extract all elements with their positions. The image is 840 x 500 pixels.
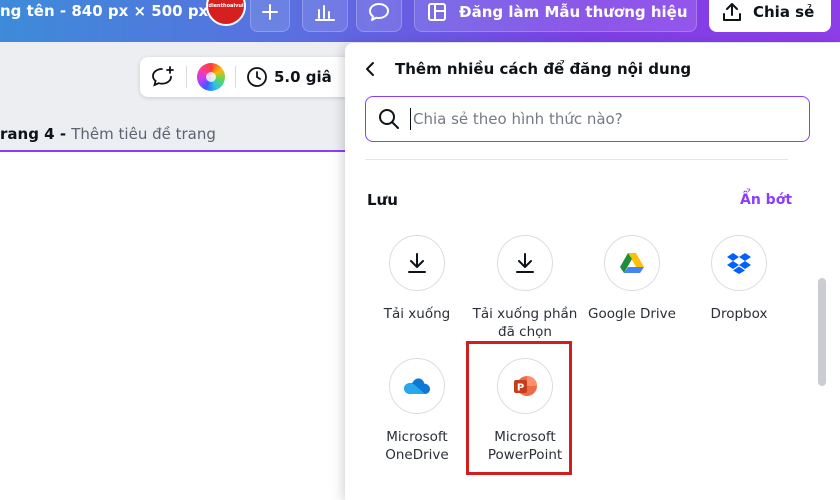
- share-search-input[interactable]: [413, 110, 793, 128]
- option-label: Dropbox: [710, 306, 768, 322]
- hide-less-link[interactable]: Ẩn bớt: [740, 192, 792, 208]
- toolbar-divider: [235, 66, 236, 88]
- option-label: Tải xuống phần đã chọn: [472, 306, 578, 340]
- highlight-box: [466, 341, 572, 475]
- color-picker-icon[interactable]: [197, 63, 225, 91]
- avatar[interactable]: dienthoaivui: [206, 0, 246, 26]
- insights-button[interactable]: [302, 0, 348, 32]
- section-divider: [365, 159, 788, 160]
- section-label-save: Lưu: [367, 191, 398, 209]
- option-download[interactable]: Tải xuống: [362, 235, 472, 323]
- add-comment-icon[interactable]: [150, 65, 176, 89]
- page-title-placeholder[interactable]: Thêm tiêu đề trang: [71, 125, 216, 143]
- toolbar-divider: [186, 66, 187, 88]
- text-caret: [410, 108, 411, 130]
- share-button[interactable]: Chia sẻ: [709, 0, 831, 32]
- option-download-selected[interactable]: Tải xuống phần đã chọn: [470, 235, 580, 341]
- google-drive-icon: [604, 235, 660, 291]
- search-icon: [379, 109, 399, 129]
- option-label: Microsoft OneDrive: [385, 429, 449, 463]
- floating-toolbar: 5.0 giâ: [140, 57, 360, 97]
- option-label: Tải xuống: [383, 306, 451, 322]
- option-dropbox[interactable]: Dropbox: [684, 235, 794, 323]
- share-panel: Thêm nhiều cách để đăng nội dung Lưu Ẩn …: [345, 43, 840, 500]
- duration-value: 5.0 giâ: [274, 68, 332, 86]
- comment-icon: [369, 3, 389, 21]
- document-title[interactable]: ng tên - 840 px × 500 px: [0, 0, 208, 24]
- download-icon: [389, 235, 445, 291]
- panel-title: Thêm nhiều cách để đăng nội dung: [395, 60, 692, 78]
- onedrive-icon: [389, 358, 445, 414]
- bar-chart-icon: [315, 5, 335, 21]
- page-number: rang 4 -: [0, 125, 72, 143]
- top-bar: ng tên - 840 px × 500 px dienthoaivui Đă…: [0, 0, 840, 42]
- back-chevron-icon[interactable]: [365, 59, 379, 79]
- avatar-text: dienthoaivui: [208, 3, 244, 9]
- brand-template-label: Đăng làm Mẫu thương hiệu: [459, 3, 688, 21]
- share-label: Chia sẻ: [753, 3, 815, 21]
- comment-button[interactable]: [356, 0, 402, 32]
- option-label: Google Drive: [588, 306, 676, 322]
- design-page[interactable]: [0, 152, 350, 500]
- dropbox-icon: [711, 235, 767, 291]
- search-box[interactable]: [365, 96, 810, 142]
- clock-icon: [247, 67, 267, 87]
- option-google-drive[interactable]: Google Drive: [577, 235, 687, 323]
- option-onedrive[interactable]: Microsoft OneDrive: [362, 358, 472, 464]
- brand-template-button[interactable]: Đăng làm Mẫu thương hiệu: [414, 0, 697, 32]
- duration-control[interactable]: 5.0 giâ: [246, 66, 332, 88]
- upload-icon: [723, 3, 741, 21]
- add-button[interactable]: [250, 0, 290, 32]
- page-label[interactable]: rang 4 - Thêm tiêu đề trang: [0, 125, 216, 143]
- template-icon: [428, 3, 446, 21]
- panel-scrollbar[interactable]: [818, 278, 826, 386]
- panel-header: Thêm nhiều cách để đăng nội dung: [365, 59, 691, 79]
- download-icon: [497, 235, 553, 291]
- plus-icon: [262, 4, 278, 20]
